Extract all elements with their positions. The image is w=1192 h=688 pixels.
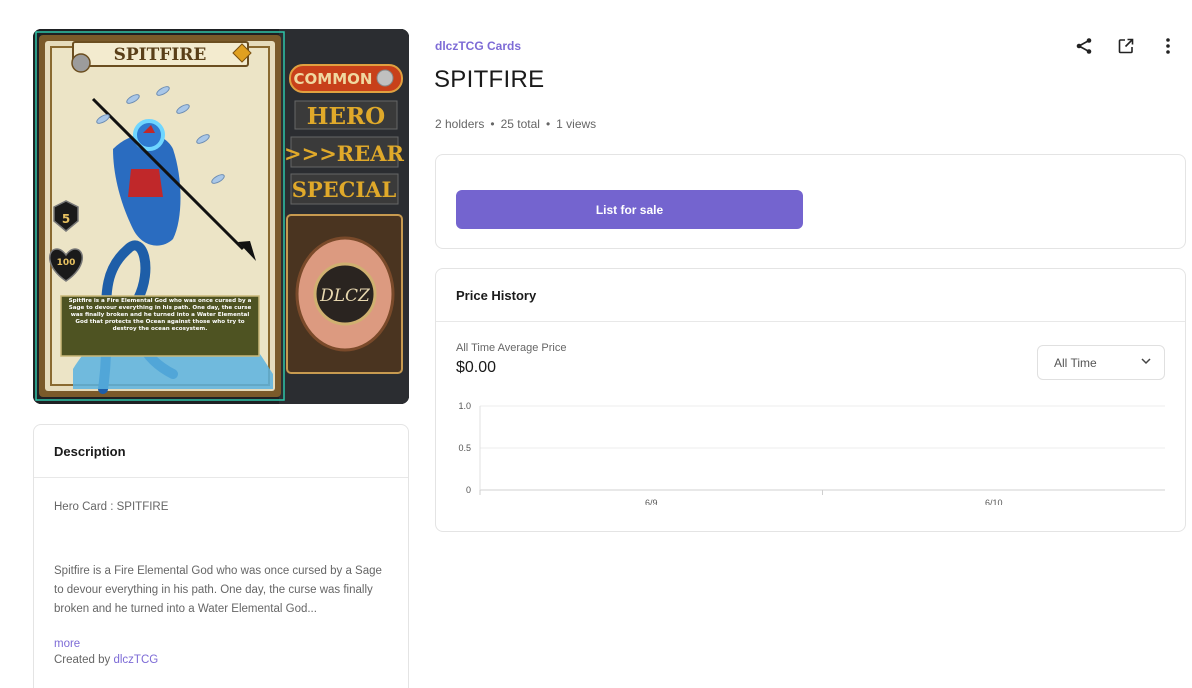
card-health-text: 100 — [57, 258, 76, 268]
x-tick-label: 6/10 — [985, 498, 1003, 505]
sale-panel: List for sale — [435, 154, 1186, 249]
more-link[interactable]: more — [54, 637, 388, 651]
average-price-label: All Time Average Price — [456, 342, 567, 354]
item-stats: 2 holders • 25 total • 1 views — [435, 117, 596, 131]
price-chart: 1.0 0.5 0 6/9 6/10 — [436, 395, 1185, 508]
y-tick-label: 0.5 — [458, 443, 471, 453]
header-actions — [1074, 36, 1178, 56]
description-subtitle: Hero Card : SPITFIRE — [54, 501, 169, 513]
price-history-heading: Price History — [436, 269, 1185, 322]
holders-count[interactable]: 2 holders — [435, 117, 484, 131]
price-history-panel: Price History All Time Average Price $0.… — [435, 268, 1186, 532]
external-link-icon[interactable] — [1116, 36, 1136, 56]
chevron-down-icon — [1140, 355, 1152, 370]
card-back-logo: DLCZ — [319, 286, 371, 306]
time-range-select[interactable]: All Time — [1037, 345, 1165, 380]
card-name-text: SPITFIRE — [114, 45, 207, 65]
card-rarity-text: COMMON — [294, 70, 373, 88]
created-by-label: Created by — [54, 654, 111, 666]
x-tick-label: 6/9 — [645, 498, 658, 505]
views-count: 1 views — [556, 117, 597, 131]
stats-separator: • — [490, 117, 495, 131]
collection-link[interactable]: dlczTCG Cards — [435, 39, 521, 53]
more-vertical-icon[interactable] — [1158, 36, 1178, 56]
card-type-text: HERO — [307, 103, 385, 130]
price-chart-svg: 1.0 0.5 0 6/9 6/10 — [458, 401, 1165, 508]
card-image[interactable]: SPITFIRE 5 100 Spitfire is a Fire Elemen… — [33, 29, 409, 404]
y-tick-label: 1.0 — [458, 401, 471, 411]
created-by: Created by dlczTCG — [54, 651, 388, 669]
description-text: Spitfire is a Fire Elemental God who was… — [54, 565, 382, 615]
description-heading: Description — [34, 425, 408, 478]
stats-separator: • — [545, 117, 551, 131]
total-count: 25 total — [500, 117, 540, 131]
time-range-value: All Time — [1054, 355, 1097, 370]
description-panel: Description Hero Card : SPITFIRE Spitfir… — [33, 424, 409, 688]
page-title: SPITFIRE — [434, 66, 545, 93]
average-price-value: $0.00 — [456, 359, 497, 376]
card-level-text: 5 — [62, 212, 70, 226]
list-for-sale-button[interactable]: List for sale — [456, 190, 803, 229]
creator-link[interactable]: dlczTCG — [113, 654, 158, 666]
share-icon[interactable] — [1074, 36, 1094, 56]
card-lore-text: Spitfire is a Fire Elemental God who was… — [68, 298, 252, 332]
card-position-text: >>>REAR — [284, 141, 405, 166]
y-tick-label: 0 — [466, 485, 471, 495]
card-ability-text: SPECIAL — [292, 177, 397, 202]
